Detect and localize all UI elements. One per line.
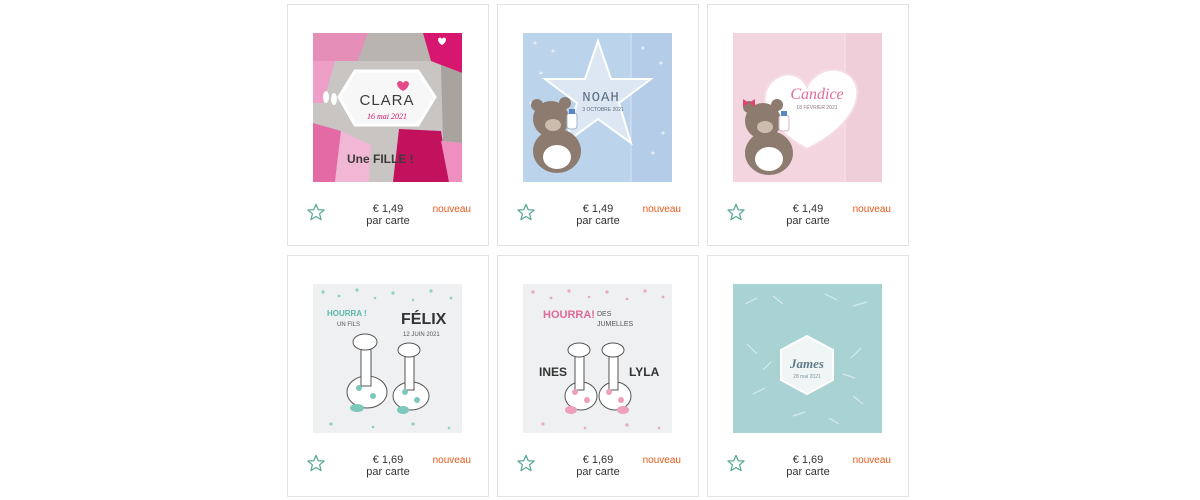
price-block: € 1,49 par carte: [768, 203, 848, 227]
card-name-text: NOAH: [582, 90, 620, 106]
card-name2-text: LYLA: [629, 365, 660, 379]
price-block: € 1,49 par carte: [348, 203, 428, 227]
card-name-text: FÉLIX: [401, 309, 447, 328]
price-block: € 1,69 par carte: [558, 454, 638, 478]
product-card[interactable]: HOURRA! DES JUMELLES INES LYLA € 1,69 pa…: [497, 255, 699, 497]
price-value: € 1,69: [372, 454, 404, 466]
card-date-text: 3 OCTOBRE 2021: [582, 107, 624, 113]
new-badge: nouveau: [852, 204, 891, 215]
price-value: € 1,69: [792, 454, 824, 466]
favorite-button[interactable]: [307, 203, 325, 221]
price-value: € 1,49: [372, 203, 404, 215]
price-value: € 1,49: [582, 203, 614, 215]
card-line3-text: JUMELLES: [597, 321, 634, 328]
product-footer: € 1,69 par carte nouveau: [708, 454, 908, 478]
price-unit: par carte: [576, 466, 620, 478]
product-footer: € 1,69 par carte nouveau: [498, 454, 698, 478]
product-image[interactable]: HOURRA ! UN FILS FÉLIX 12 JUIN 2021: [313, 284, 462, 433]
favorite-button[interactable]: [307, 454, 325, 472]
price-block: € 1,49 par carte: [558, 203, 638, 227]
favorite-button[interactable]: [727, 203, 745, 221]
card-artwork-felix: HOURRA ! UN FILS FÉLIX 12 JUIN 2021: [313, 284, 462, 433]
star-outline-icon: [517, 454, 535, 472]
card-date-text: 16 mai 2021: [367, 112, 407, 121]
product-image[interactable]: NOAH 3 OCTOBRE 2021: [523, 33, 672, 182]
card-line1-text: HOURRA!: [543, 309, 595, 321]
price-unit: par carte: [576, 215, 620, 227]
price-value: € 1,69: [582, 454, 614, 466]
price-unit: par carte: [366, 466, 410, 478]
card-line2-text: UN FILS: [337, 322, 360, 328]
card-name-text: James: [789, 356, 824, 371]
product-image[interactable]: Candice 18 FÉVRIER 2021: [733, 33, 882, 182]
star-outline-icon: [517, 203, 535, 221]
product-card[interactable]: James 28 mai 2021 € 1,69 par carte nouve…: [707, 255, 909, 497]
product-footer: € 1,49 par carte nouveau: [288, 203, 488, 227]
star-outline-icon: [727, 454, 745, 472]
card-date-text: 12 JUIN 2021: [403, 332, 440, 338]
card-artwork-james: James 28 mai 2021: [733, 284, 882, 433]
card-line2-text: DES: [597, 311, 612, 318]
card-artwork-noah: NOAH 3 OCTOBRE 2021: [523, 33, 672, 182]
card-extra-text: Une FILLE !: [347, 152, 414, 166]
favorite-button[interactable]: [517, 454, 535, 472]
product-card[interactable]: Candice 18 FÉVRIER 2021 € 1,49 par carte…: [707, 4, 909, 246]
product-card[interactable]: HOURRA ! UN FILS FÉLIX 12 JUIN 2021 € 1,…: [287, 255, 489, 497]
price-unit: par carte: [366, 215, 410, 227]
favorite-button[interactable]: [517, 203, 535, 221]
price-block: € 1,69 par carte: [768, 454, 848, 478]
product-card[interactable]: CLARA 16 mai 2021 Une FILLE ! € 1,49 par…: [287, 4, 489, 246]
product-footer: € 1,49 par carte nouveau: [708, 203, 908, 227]
product-image[interactable]: CLARA 16 mai 2021 Une FILLE !: [313, 33, 462, 182]
card-date-text: 28 mai 2021: [793, 374, 821, 380]
product-image[interactable]: HOURRA! DES JUMELLES INES LYLA: [523, 284, 672, 433]
price-unit: par carte: [786, 215, 830, 227]
product-card[interactable]: NOAH 3 OCTOBRE 2021 € 1,49 par carte nou…: [497, 4, 699, 246]
new-badge: nouveau: [432, 204, 471, 215]
card-artwork-clara: CLARA 16 mai 2021 Une FILLE !: [313, 33, 462, 182]
card-artwork-candice: Candice 18 FÉVRIER 2021: [733, 33, 882, 182]
card-artwork-ines-lyla: HOURRA! DES JUMELLES INES LYLA: [523, 284, 672, 433]
price-value: € 1,49: [792, 203, 824, 215]
favorite-button[interactable]: [727, 454, 745, 472]
product-footer: € 1,69 par carte nouveau: [288, 454, 488, 478]
new-badge: nouveau: [642, 455, 681, 466]
new-badge: nouveau: [642, 204, 681, 215]
price-block: € 1,69 par carte: [348, 454, 428, 478]
product-image[interactable]: James 28 mai 2021: [733, 284, 882, 433]
product-footer: € 1,49 par carte nouveau: [498, 203, 698, 227]
card-name1-text: INES: [539, 365, 567, 379]
star-outline-icon: [307, 203, 325, 221]
product-grid: CLARA 16 mai 2021 Une FILLE ! € 1,49 par…: [287, 4, 910, 497]
card-line1-text: HOURRA !: [327, 309, 367, 318]
new-badge: nouveau: [432, 455, 471, 466]
card-name-text: Candice: [790, 86, 843, 103]
new-badge: nouveau: [852, 455, 891, 466]
star-outline-icon: [727, 203, 745, 221]
star-outline-icon: [307, 454, 325, 472]
price-unit: par carte: [786, 466, 830, 478]
card-date-text: 18 FÉVRIER 2021: [796, 104, 837, 111]
card-name-text: CLARA: [359, 92, 414, 109]
